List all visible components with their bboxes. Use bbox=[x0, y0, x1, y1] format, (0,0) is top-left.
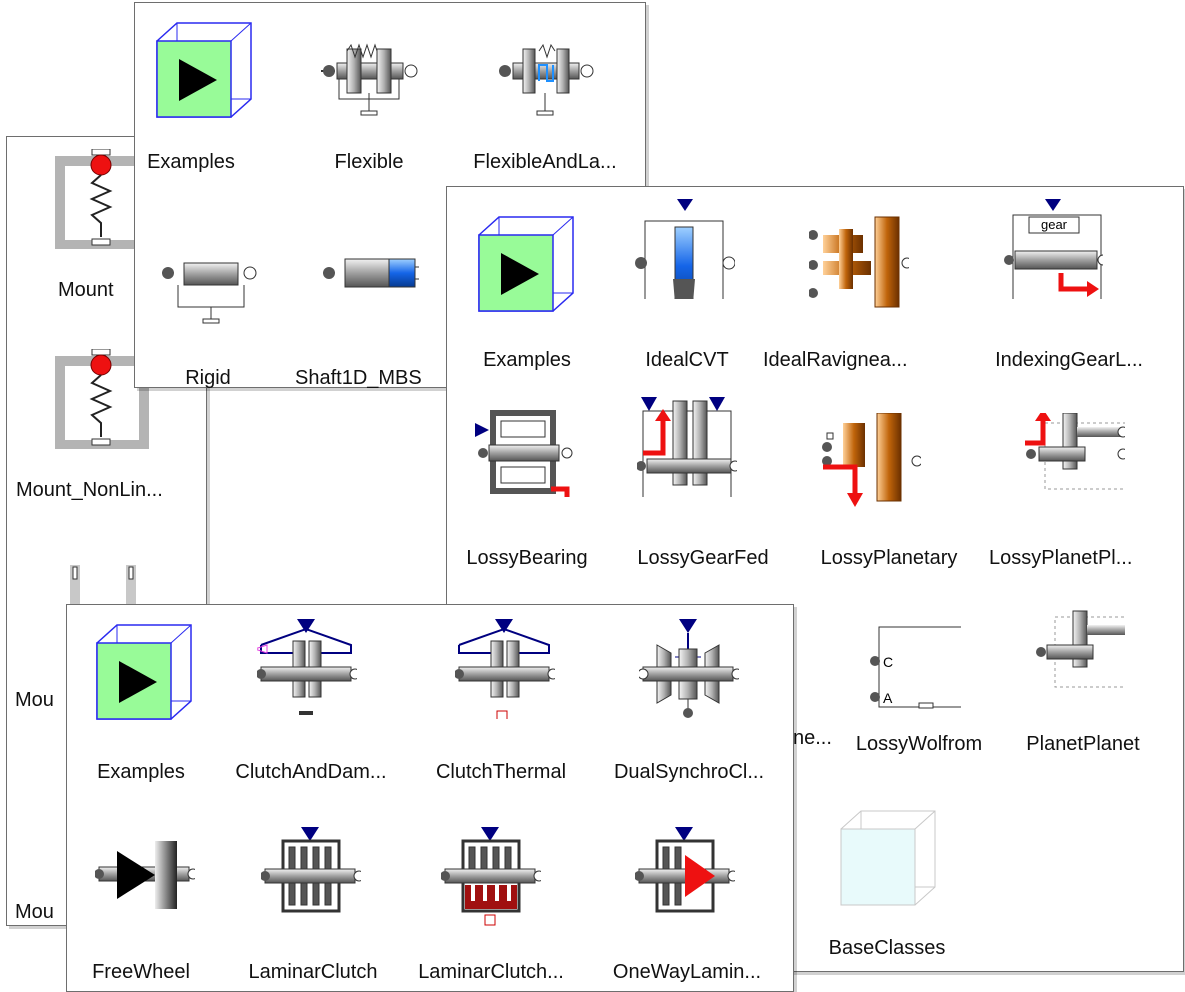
item-label: PlanetPlanet bbox=[1026, 733, 1140, 755]
item-label: LaminarClutch bbox=[248, 961, 378, 983]
item-label: Examples bbox=[147, 151, 235, 173]
item-label: Rigid bbox=[185, 367, 231, 389]
dual-synchro-clutch-icon bbox=[639, 619, 739, 719]
rigid-shaft-icon bbox=[158, 237, 258, 337]
clutch-damper-icon bbox=[257, 619, 357, 719]
item-label: Shaft1D_MBS bbox=[295, 367, 422, 389]
flexible-shaft-icon bbox=[319, 21, 419, 121]
cvt-icon bbox=[635, 199, 735, 299]
laminar-clutch-icon bbox=[261, 827, 361, 927]
item-label: Examples bbox=[483, 349, 571, 371]
wolfrom-icon: CBA bbox=[861, 617, 961, 717]
item-label: IdealCVT bbox=[645, 349, 729, 371]
item-label: Flexible bbox=[334, 151, 404, 173]
indexing-text: gear bbox=[1041, 217, 1068, 232]
item-label: LossyBearing bbox=[466, 547, 588, 569]
item-label: Mount bbox=[58, 279, 114, 301]
port-c-label: C bbox=[883, 654, 893, 670]
lossy-gear-icon bbox=[637, 397, 737, 497]
planet-planet-icon bbox=[1025, 607, 1125, 707]
item-label: ClutchAndDam... bbox=[235, 761, 387, 783]
one-way-laminar-icon bbox=[635, 827, 735, 927]
indexing-gear-icon: gear bbox=[1003, 199, 1103, 299]
item-label: BaseClasses bbox=[828, 937, 946, 959]
item-label: Examples bbox=[97, 761, 185, 783]
item-label: OneWayLamin... bbox=[612, 961, 762, 983]
item-label: FreeWheel bbox=[92, 961, 190, 983]
port-a-label: A bbox=[883, 690, 893, 706]
item-label: FlexibleAndLa... bbox=[473, 151, 617, 173]
freewheel-icon bbox=[95, 827, 195, 927]
item-label: LossyPlanetary bbox=[820, 547, 958, 569]
item-label: LossyWolfrom bbox=[855, 733, 983, 755]
item-label: DualSynchroCl... bbox=[613, 761, 765, 783]
base-classes-package-icon bbox=[839, 809, 939, 909]
laminar-clutch-thermal-icon bbox=[441, 827, 541, 927]
item-label: IndexingGearL... bbox=[995, 349, 1143, 371]
lossy-bearing-icon bbox=[475, 397, 575, 497]
lossy-planetary-icon bbox=[821, 413, 921, 513]
flexible-lash-icon bbox=[495, 21, 595, 121]
clutch-thermal-icon bbox=[455, 619, 555, 719]
item-label: ClutchThermal bbox=[435, 761, 567, 783]
item-label: LossyPlanetPl... bbox=[989, 547, 1133, 569]
ravigneaux-gear-icon bbox=[809, 215, 909, 315]
panel-clutches: Examples ClutchAndDam... ClutchThermal D… bbox=[66, 604, 794, 992]
shaft-mbs-icon bbox=[319, 237, 419, 337]
item-label: Mount_NonLin... bbox=[16, 479, 163, 501]
item-label: LaminarClutch... bbox=[418, 961, 564, 983]
lossy-planet-planet-icon bbox=[1025, 413, 1125, 513]
examples-package-icon bbox=[477, 215, 577, 315]
item-label: IdealRavignea... bbox=[763, 349, 908, 371]
examples-package-icon bbox=[155, 21, 255, 121]
item-label: LossyGearFed bbox=[637, 547, 769, 569]
examples-package-icon bbox=[95, 623, 195, 723]
